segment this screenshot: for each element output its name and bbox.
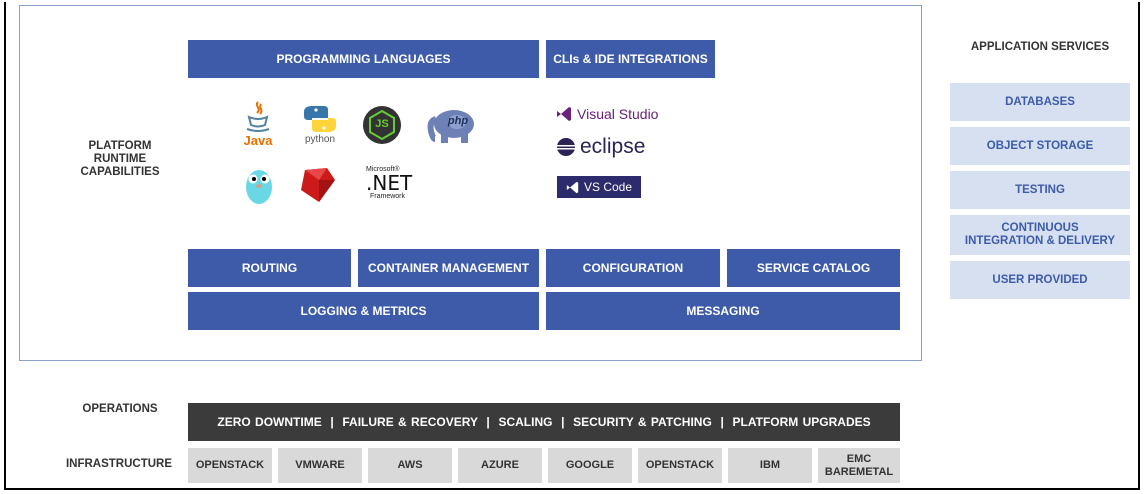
dotnet-logo: Microsoft® .NET Framework bbox=[366, 166, 424, 204]
infra-openstack-label: OPENSTACK bbox=[195, 459, 265, 471]
python-snake-icon bbox=[304, 106, 336, 132]
service-databases: DATABASES bbox=[950, 83, 1130, 121]
infra-openstack-2-label: OPENSTACK bbox=[645, 459, 715, 471]
ruby-gem-icon bbox=[301, 168, 335, 202]
infra-aws: AWS bbox=[368, 448, 452, 483]
infra-ibm-label: IBM bbox=[759, 459, 781, 471]
python-text: python bbox=[304, 134, 336, 145]
infra-google: GOOGLE bbox=[548, 448, 632, 483]
platform-label-line-3: CAPABILITIES bbox=[80, 166, 160, 178]
gopher-icon bbox=[246, 170, 272, 204]
java-logo: Java bbox=[240, 100, 276, 150]
infra-openstack: OPENSTACK bbox=[188, 448, 272, 483]
infra-emc-label-line-1: EMC bbox=[846, 452, 872, 465]
application-services-label: APPLICATION SERVICES bbox=[970, 41, 1110, 53]
operations-bar: ZERO DOWNTIME | FAILURE & RECOVERY | SCA… bbox=[188, 403, 900, 441]
programming-languages-header: PROGRAMMING LANGUAGES bbox=[188, 40, 539, 78]
infra-vmware: VMWARE bbox=[278, 448, 362, 483]
go-gopher-logo bbox=[243, 165, 275, 205]
clis-ide-header: CLIs & IDE INTEGRATIONS bbox=[546, 40, 715, 78]
infra-aws-label: AWS bbox=[397, 459, 423, 471]
service-catalog-box: SERVICE CATALOG bbox=[727, 249, 900, 287]
nodejs-text: JS bbox=[375, 118, 389, 130]
eclipse-icon bbox=[557, 138, 575, 156]
service-databases-label: DATABASES bbox=[1005, 95, 1075, 108]
vscode-text: VS Code bbox=[583, 180, 633, 194]
infra-azure-label: AZURE bbox=[481, 459, 519, 471]
java-text: Java bbox=[243, 133, 273, 148]
vscode-logo: VS Code bbox=[557, 176, 641, 198]
nodejs-logo: JS bbox=[363, 103, 401, 147]
infra-emc-baremetal: EMC BAREMETAL bbox=[818, 448, 900, 483]
service-continuous-integration: CONTINUOUS INTEGRATION & DELIVERY bbox=[950, 215, 1130, 255]
messaging-box: MESSAGING bbox=[546, 292, 900, 330]
vscode-icon bbox=[566, 181, 579, 193]
visual-studio-text: Visual Studio bbox=[577, 106, 659, 122]
service-user-provided-label: USER PROVIDED bbox=[992, 273, 1088, 286]
operations-label: OPERATIONS bbox=[82, 403, 158, 415]
platform-runtime-label: PLATFORM RUNTIME CAPABILITIES bbox=[70, 140, 170, 179]
service-ci-label-line-2: INTEGRATION & DELIVERY bbox=[964, 235, 1116, 247]
configuration-box: CONFIGURATION bbox=[546, 249, 720, 287]
ruby-logo bbox=[297, 166, 337, 204]
dotnet-main-text: .NET bbox=[366, 171, 413, 195]
eclipse-text: eclipse bbox=[580, 135, 646, 158]
php-elephant-logo: php bbox=[427, 107, 477, 145]
infra-google-label: GOOGLE bbox=[565, 459, 615, 471]
service-ci-label-line-1: CONTINUOUS bbox=[1001, 222, 1079, 234]
visual-studio-icon bbox=[557, 107, 571, 121]
python-logo: python bbox=[298, 104, 342, 150]
platform-label-line-1: PLATFORM bbox=[88, 140, 152, 152]
service-object-storage: OBJECT STORAGE bbox=[950, 127, 1130, 165]
platform-label-line-2: RUNTIME bbox=[93, 153, 147, 165]
infra-azure: AZURE bbox=[458, 448, 542, 483]
dotnet-framework-text: Framework bbox=[370, 193, 406, 200]
logging-metrics-box: LOGGING & METRICS bbox=[188, 292, 539, 330]
service-user-provided: USER PROVIDED bbox=[950, 261, 1130, 299]
eclipse-logo: eclipse bbox=[556, 135, 645, 159]
infra-ibm: IBM bbox=[728, 448, 812, 483]
php-text: php bbox=[447, 115, 469, 127]
routing-box: ROUTING bbox=[188, 249, 351, 287]
java-cup-icon bbox=[246, 101, 270, 132]
visual-studio-logo: Visual Studio bbox=[556, 106, 658, 122]
service-testing-label: TESTING bbox=[1015, 183, 1065, 196]
container-management-box: CONTAINER MANAGEMENT bbox=[358, 249, 539, 287]
infrastructure-label: INFRASTRUCTURE bbox=[65, 458, 173, 470]
service-object-storage-label: OBJECT STORAGE bbox=[986, 139, 1094, 152]
infra-emc-label-line-2: BAREMETAL bbox=[824, 465, 894, 478]
infra-openstack-2: OPENSTACK bbox=[638, 448, 722, 483]
infra-vmware-label: VMWARE bbox=[295, 459, 345, 471]
service-testing: TESTING bbox=[950, 171, 1130, 209]
